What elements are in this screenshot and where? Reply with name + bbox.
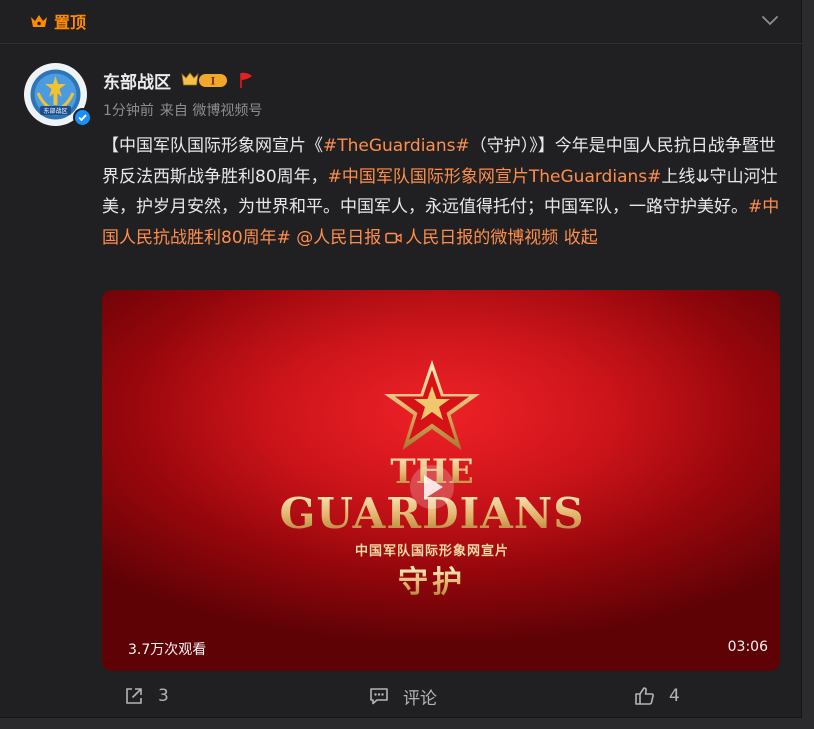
user-row: 东部战区 I (103, 68, 255, 93)
video-subtitle: 中国军队国际形象网宣片 (355, 543, 509, 559)
video-camera-icon (385, 232, 402, 243)
verified-badge (73, 108, 92, 127)
video-player[interactable]: THE GUARDIANS 中国军队国际形象网宣片 守护 3.7万次观看 03:… (102, 290, 780, 671)
hashtag-theguardians[interactable]: #TheGuardians# (323, 136, 470, 156)
pinned-tag: 置顶 (30, 10, 86, 32)
play-icon[interactable] (410, 465, 454, 509)
video-duration: 03:06 (727, 639, 768, 655)
video-thumbnail: THE GUARDIANS 中国军队国际形象网宣片 守护 (102, 290, 780, 671)
level-number: I (211, 77, 216, 88)
vip-crown-level-badge[interactable]: I (179, 70, 229, 90)
chevron-down-icon (762, 16, 778, 26)
crown-icon (31, 15, 47, 27)
like-count: 4 (669, 686, 680, 706)
hashtag-promo-film[interactable]: #中国军队国际形象网宣片TheGuardians# (328, 167, 662, 187)
view-count: 3.7万次观看 (128, 642, 207, 658)
thumbs-up-icon (635, 687, 654, 705)
post-time[interactable]: 1分钟前 (103, 100, 154, 120)
like-button[interactable]: 4 (634, 680, 680, 712)
action-bar: 3 评论 4 (0, 680, 802, 712)
pinned-label: 置顶 (54, 13, 87, 32)
video-chinese-title: 守护 (398, 565, 466, 600)
red-flag-icon[interactable] (237, 71, 255, 89)
comment-button[interactable]: 评论 (369, 680, 437, 712)
share-button[interactable]: 3 (124, 680, 169, 712)
mention-peoples-daily[interactable]: @人民日报 (296, 228, 381, 248)
video-link[interactable]: 人民日报的微博视频 (381, 228, 558, 248)
share-count: 3 (158, 686, 169, 706)
username[interactable]: 东部战区 (103, 68, 171, 93)
collapse-text-link[interactable]: 收起 (564, 228, 598, 248)
share-icon (126, 688, 142, 704)
checkmark-icon (78, 114, 87, 122)
post-source: 来自 微博视频号 (159, 103, 263, 119)
divider (0, 43, 802, 44)
weibo-post-card: 置顶 东部战区 东部战区 I 1分钟前 来自 微博视频号 【中国军队国际形象网宣… (0, 0, 802, 718)
comment-label: 评论 (403, 688, 437, 709)
collapse-button[interactable] (760, 10, 780, 30)
video-link-label: 人民日报的微博视频 (405, 227, 559, 248)
post-seg-0: 【中国军队国际形象网宣片《 (102, 136, 323, 156)
comment-icon (370, 688, 388, 705)
avatar-text: 东部战区 (43, 107, 67, 115)
post-text: 【中国军队国际形象网宣片《#TheGuardians#（守护）》】今年是中国人民… (102, 131, 784, 253)
post-meta: 1分钟前 来自 微博视频号 (103, 100, 262, 120)
